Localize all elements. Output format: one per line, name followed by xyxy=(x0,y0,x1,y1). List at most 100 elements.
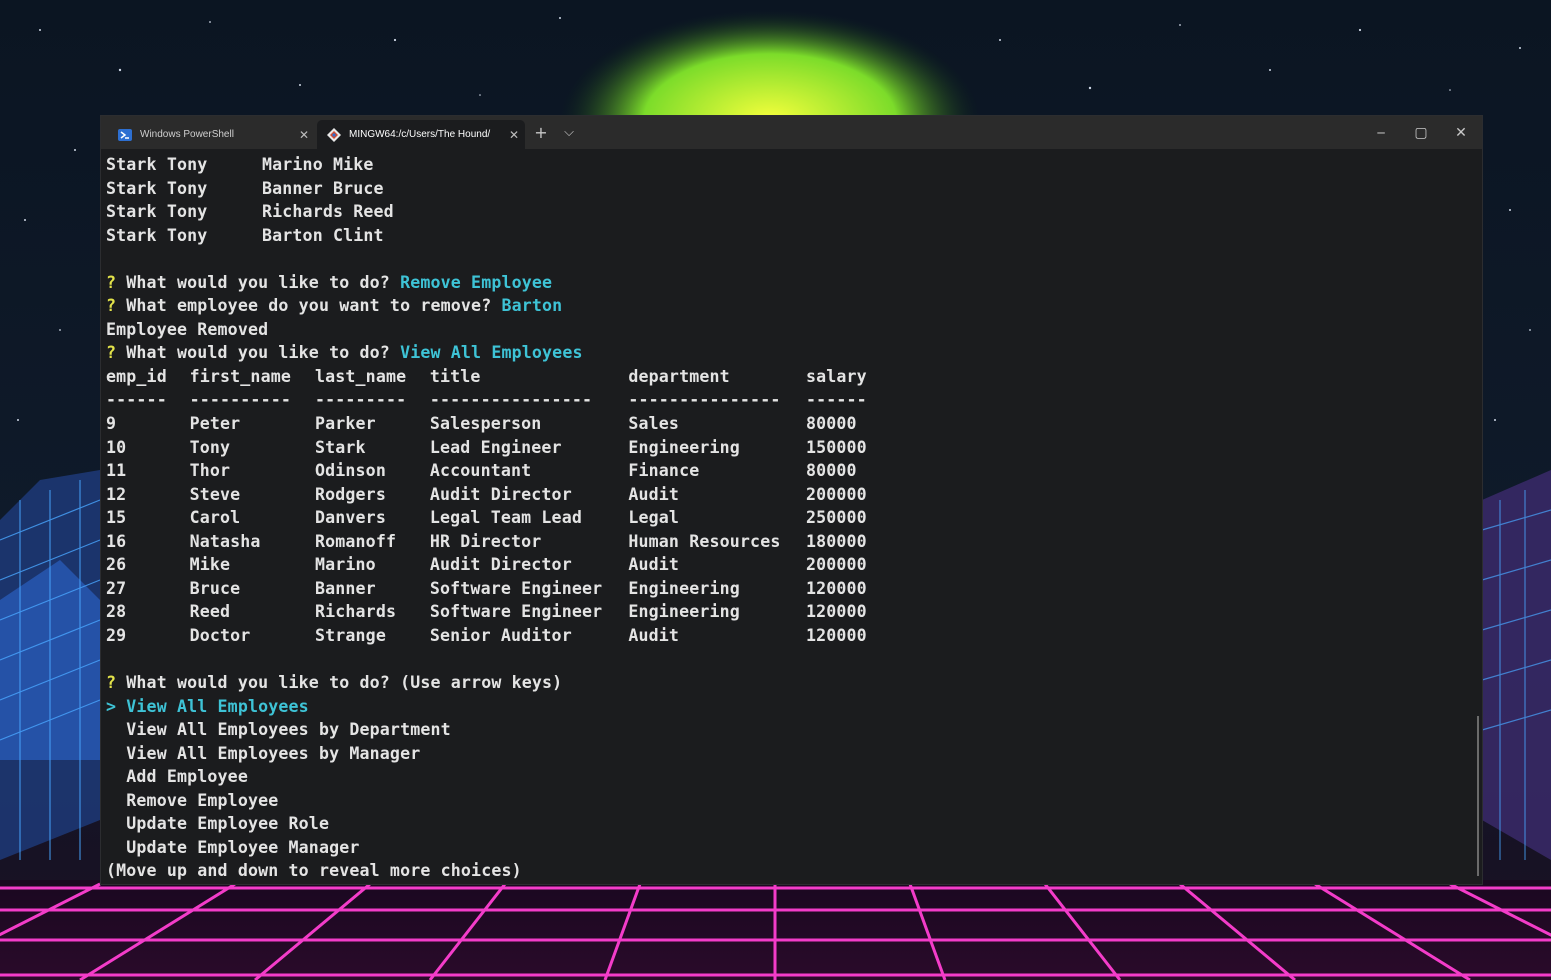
question-text: What employee do you want to remove? xyxy=(126,296,492,316)
employee-name: Stark Tony xyxy=(106,178,208,198)
menu-option-label: Remove Employee xyxy=(126,790,279,810)
manager-row: Stark Tony Marino Mike xyxy=(106,153,876,177)
table-cell: Audit Director xyxy=(429,484,572,504)
question-line: ? What would you like to do? View All Em… xyxy=(106,341,876,365)
table-header: emp_id first_name last_name title department… xyxy=(106,365,876,389)
menu-option-label: Update Employee Role xyxy=(126,814,330,834)
table-row: 15 Carol Danvers Legal Team Lead Legal 250000 xyxy=(106,506,876,530)
table-cell: Natasha xyxy=(189,531,261,551)
menu-option-label: View All Employees by Manager xyxy=(126,743,421,763)
table-cell: Software Engineer xyxy=(429,578,603,598)
table-separator: ------ ---------- --------- ---------------… xyxy=(106,388,876,412)
table-cell: 16 xyxy=(106,531,127,551)
table-cell: Parker xyxy=(314,414,376,434)
menu-option-label: View All Employees xyxy=(126,696,309,716)
table-cell: Steve xyxy=(189,484,241,504)
table-row: 9 Peter Parker Salesperson Sales 80000 xyxy=(106,412,876,436)
table-cell: Reed xyxy=(189,602,231,622)
column-header: emp_id xyxy=(106,366,167,386)
close-icon[interactable]: ✕ xyxy=(503,128,525,142)
table-cell: Lead Engineer xyxy=(429,437,562,457)
table-row: 28 Reed Richards Software Engineer Engineeri… xyxy=(106,600,876,624)
table-cell: Stark xyxy=(314,437,366,457)
table-cell: HR Director xyxy=(429,531,542,551)
table-cell: 10 xyxy=(106,437,127,457)
prompt-marker: ? xyxy=(106,272,117,292)
question-line: ? What employee do you want to remove? B… xyxy=(106,294,876,318)
table-cell: Engineering xyxy=(628,437,740,457)
table-cell: Salesperson xyxy=(429,414,542,434)
prompt-marker: ? xyxy=(106,343,117,363)
table-cell: 120000 xyxy=(805,578,867,598)
menu-option-label: Add Employee xyxy=(126,767,248,787)
minimize-button[interactable]: ─ xyxy=(1361,116,1401,149)
table-cell: 28 xyxy=(106,602,127,622)
menu-option[interactable]: View All Employees by Department xyxy=(106,718,876,742)
table-cell: Banner xyxy=(314,578,376,598)
table-cell: Engineering xyxy=(628,578,740,598)
table-cell: 200000 xyxy=(805,484,867,504)
footer-text: (Move up and down to reveal more choices… xyxy=(106,861,522,881)
column-header: title xyxy=(429,366,481,386)
table-cell: 120000 xyxy=(805,625,867,645)
column-separator: ------ xyxy=(106,390,167,410)
column-separator: ---------- xyxy=(189,390,291,410)
manager-name: Barton Clint xyxy=(262,225,384,245)
tab-dropdown-button[interactable]: ⌵ xyxy=(559,116,579,149)
tab-label: Windows PowerShell xyxy=(140,129,234,140)
table-row: 11 Thor Odinson Accountant Finance 80000 xyxy=(106,459,876,483)
table-row: 10 Tony Stark Lead Engineer Engineering 15000… xyxy=(106,436,876,460)
new-tab-button[interactable]: + xyxy=(531,116,551,149)
table-cell: Audit xyxy=(628,555,680,575)
answer-text: Remove Employee xyxy=(400,272,553,292)
manager-name: Richards Reed xyxy=(262,202,394,222)
close-icon[interactable]: ✕ xyxy=(293,128,315,142)
question-text: What would you like to do? xyxy=(126,343,390,363)
table-cell: 11 xyxy=(106,461,127,481)
tab-label: MINGW64:/c/Users/The Hound/ xyxy=(349,129,491,140)
tab-windows-powershell[interactable]: Windows PowerShell ✕ xyxy=(107,120,315,149)
terminal-output[interactable]: Stark Tony Marino Mike Stark Tony Banner Br… xyxy=(106,153,876,883)
menu-option[interactable]: Update Employee Role xyxy=(106,812,876,836)
manager-row: Stark Tony Richards Reed xyxy=(106,200,876,224)
table-cell: 9 xyxy=(106,414,117,434)
hint-text: (Use arrow keys) xyxy=(400,673,563,693)
table-cell: 200000 xyxy=(805,555,867,575)
table-cell: 80000 xyxy=(805,414,857,434)
table-cell: Carol xyxy=(189,508,241,528)
column-separator: --------------- xyxy=(628,390,781,410)
table-cell: Senior Auditor xyxy=(429,625,572,645)
table-cell: Peter xyxy=(189,414,241,434)
close-window-button[interactable]: ✕ xyxy=(1441,116,1481,149)
table-cell: Mike xyxy=(189,555,231,575)
prompt-marker: ? xyxy=(106,673,117,693)
git-bash-icon xyxy=(327,127,341,142)
scrollbar[interactable] xyxy=(1477,716,1479,876)
manager-name: Marino Mike xyxy=(262,155,374,174)
table-cell: Romanoff xyxy=(314,531,397,551)
menu-option[interactable]: > View All Employees xyxy=(106,695,876,719)
menu-option[interactable]: Update Employee Manager xyxy=(106,836,876,860)
status-message: Employee Removed xyxy=(106,318,876,342)
table-cell: Marino xyxy=(314,555,376,575)
table-cell: Richards xyxy=(314,602,397,622)
table-row: 16 Natasha Romanoff HR Director Human Resour… xyxy=(106,530,876,554)
powershell-icon xyxy=(118,128,132,141)
tab-bar: Windows PowerShell ✕ MINGW64:/c/Users/Th… xyxy=(101,116,1482,149)
menu-option[interactable]: Remove Employee xyxy=(106,789,876,813)
table-cell: 250000 xyxy=(805,508,867,528)
menu-option[interactable]: Add Employee xyxy=(106,765,876,789)
menu-option[interactable]: View All Employees by Manager xyxy=(106,742,876,766)
table-cell: Accountant xyxy=(429,461,532,481)
table-cell: Bruce xyxy=(189,578,241,598)
table-cell: 80000 xyxy=(805,461,857,481)
table-cell: Legal xyxy=(628,508,680,528)
answer-text: Barton xyxy=(501,296,563,316)
maximize-button[interactable]: ▢ xyxy=(1401,116,1441,149)
terminal-window: Windows PowerShell ✕ MINGW64:/c/Users/Th… xyxy=(101,116,1482,884)
table-cell: Legal Team Lead xyxy=(429,508,582,528)
prompt-marker: ? xyxy=(106,296,117,316)
tab-mingw64[interactable]: MINGW64:/c/Users/The Hound/ ✕ xyxy=(317,120,525,149)
table-cell: Tony xyxy=(189,437,231,457)
